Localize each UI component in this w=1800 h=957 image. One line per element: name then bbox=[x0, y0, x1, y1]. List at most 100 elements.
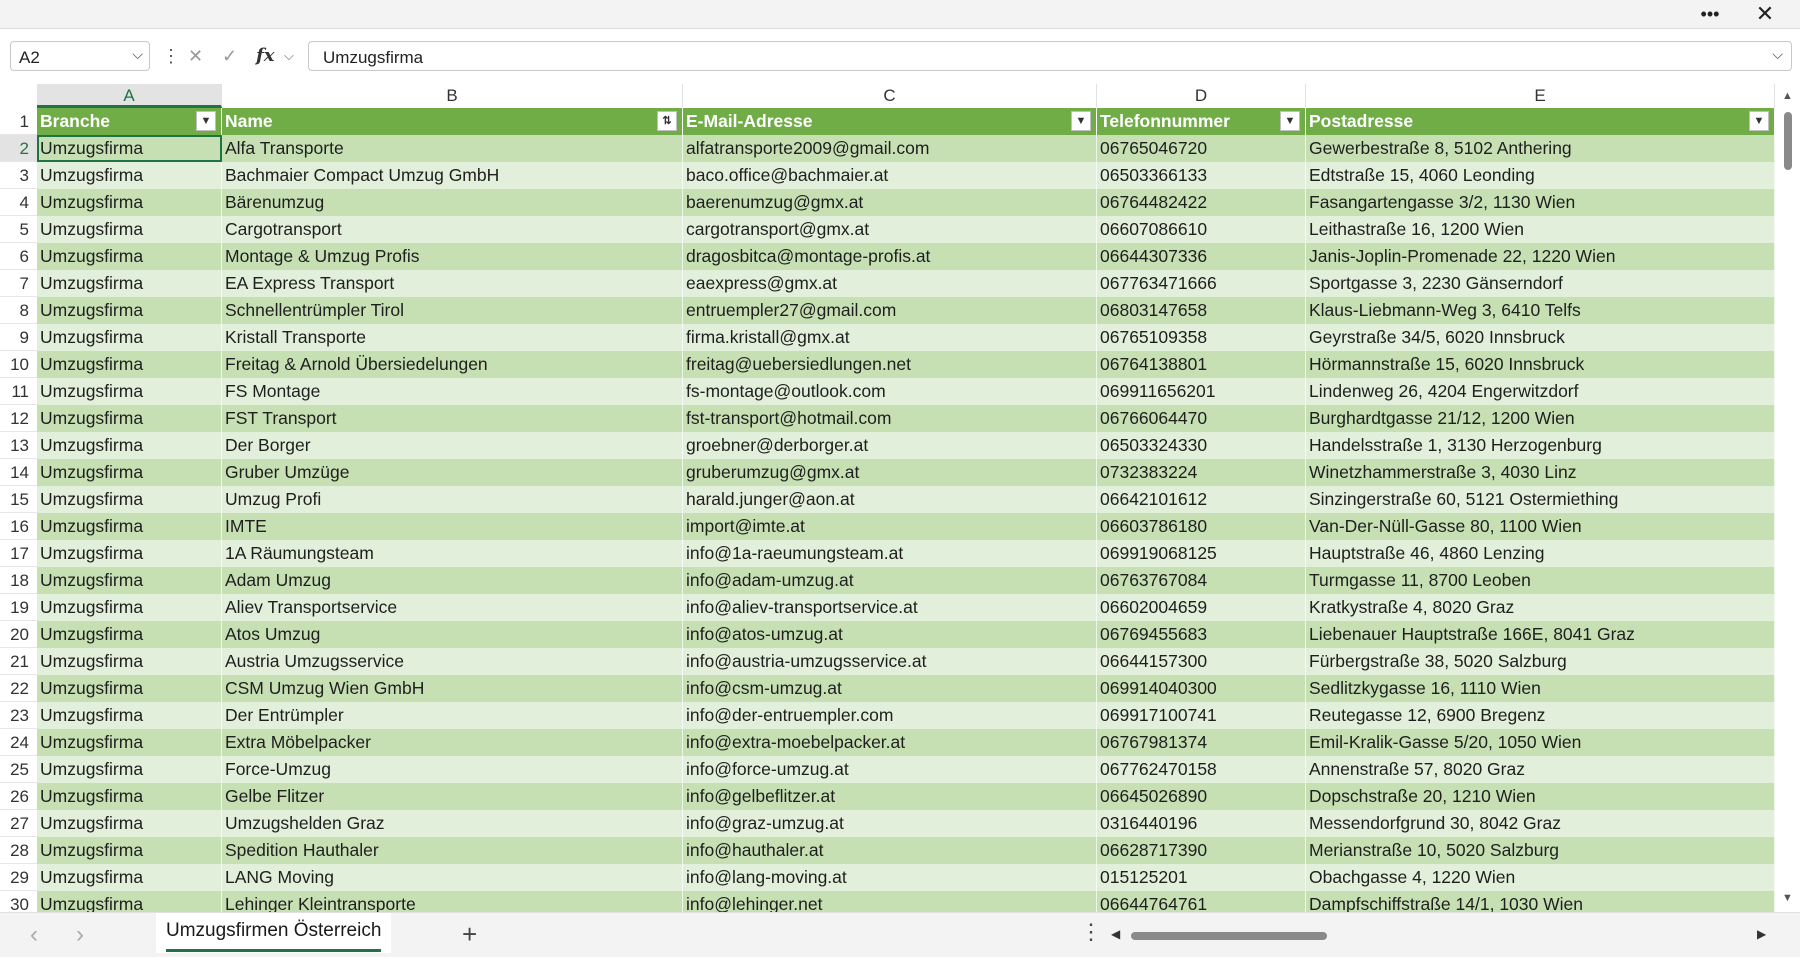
table-cell[interactable]: Messendorfgrund 30, 8042 Graz bbox=[1306, 810, 1775, 837]
table-cell[interactable]: Umzugsfirma bbox=[37, 216, 222, 243]
table-cell[interactable]: baco.office@bachmaier.at bbox=[683, 162, 1097, 189]
table-cell[interactable]: Adam Umzug bbox=[222, 567, 683, 594]
table-cell[interactable]: LANG Moving bbox=[222, 864, 683, 891]
table-cell[interactable]: fs-montage@outlook.com bbox=[683, 378, 1097, 405]
table-cell[interactable]: Emil-Kralik-Gasse 5/20, 1050 Wien bbox=[1306, 729, 1775, 756]
chevron-down-icon[interactable]: ⌵ bbox=[132, 46, 143, 63]
table-cell[interactable]: harald.junger@aon.at bbox=[683, 486, 1097, 513]
spreadsheet-grid[interactable]: A B C D E 1 Branche ▼ Name ⇅ E-Mail-Adresse ▼ Telefo… bbox=[0, 84, 1775, 912]
table-cell[interactable]: Umzugshelden Graz bbox=[222, 810, 683, 837]
table-cell[interactable]: Umzugsfirma bbox=[37, 135, 222, 162]
table-cell[interactable]: CSM Umzug Wien GmbH bbox=[222, 675, 683, 702]
table-cell[interactable]: 06769455683 bbox=[1097, 621, 1306, 648]
table-cell[interactable]: info@1a-raeumungsteam.at bbox=[683, 540, 1097, 567]
filter-dropdown-icon[interactable]: ▼ bbox=[1749, 111, 1769, 131]
more-options-icon[interactable]: ••• bbox=[1690, 0, 1730, 28]
expand-formula-icon[interactable]: ⌵ bbox=[1772, 46, 1783, 63]
scroll-up-icon[interactable]: ▲ bbox=[1782, 90, 1793, 102]
next-sheet-icon[interactable]: › bbox=[76, 921, 84, 949]
table-cell[interactable]: Umzugsfirma bbox=[37, 756, 222, 783]
table-cell[interactable]: 06602004659 bbox=[1097, 594, 1306, 621]
table-cell[interactable]: 06766064470 bbox=[1097, 405, 1306, 432]
table-cell[interactable]: info@lang-moving.at bbox=[683, 864, 1097, 891]
column-header-d[interactable]: D bbox=[1097, 84, 1306, 108]
table-cell[interactable]: Freitag & Arnold Übersiedelungen bbox=[222, 351, 683, 378]
column-header-a[interactable]: A bbox=[37, 84, 222, 108]
table-cell[interactable]: Gelbe Flitzer bbox=[222, 783, 683, 810]
table-cell[interactable]: Gruber Umzüge bbox=[222, 459, 683, 486]
table-cell[interactable]: Bärenumzug bbox=[222, 189, 683, 216]
row-header[interactable]: 15 bbox=[0, 486, 37, 513]
table-cell[interactable]: alfatransporte2009@gmail.com bbox=[683, 135, 1097, 162]
table-cell[interactable]: info@austria-umzugsservice.at bbox=[683, 648, 1097, 675]
table-cell[interactable]: 06765109358 bbox=[1097, 324, 1306, 351]
table-cell[interactable]: 06764138801 bbox=[1097, 351, 1306, 378]
select-all-corner[interactable] bbox=[0, 84, 38, 108]
row-header[interactable]: 25 bbox=[0, 756, 37, 783]
table-cell[interactable]: Turmgasse 11, 8700 Leoben bbox=[1306, 567, 1775, 594]
table-cell[interactable]: Umzugsfirma bbox=[37, 486, 222, 513]
table-cell[interactable]: FS Montage bbox=[222, 378, 683, 405]
table-header-cell[interactable]: Telefonnummer ▼ bbox=[1097, 108, 1306, 135]
table-cell[interactable]: 067763471666 bbox=[1097, 270, 1306, 297]
table-cell[interactable]: Lehinger Kleintransporte bbox=[222, 891, 683, 912]
row-header[interactable]: 24 bbox=[0, 729, 37, 756]
row-header[interactable]: 1 bbox=[0, 108, 37, 135]
table-cell[interactable]: info@force-umzug.at bbox=[683, 756, 1097, 783]
table-cell[interactable]: Umzugsfirma bbox=[37, 459, 222, 486]
table-cell[interactable]: 069917100741 bbox=[1097, 702, 1306, 729]
filter-dropdown-icon[interactable]: ▼ bbox=[1280, 111, 1300, 131]
table-cell[interactable]: Umzugsfirma bbox=[37, 837, 222, 864]
table-cell[interactable]: Montage & Umzug Profis bbox=[222, 243, 683, 270]
row-header[interactable]: 17 bbox=[0, 540, 37, 567]
table-cell[interactable]: Handelsstraße 1, 3130 Herzogenburg bbox=[1306, 432, 1775, 459]
table-cell[interactable]: Umzugsfirma bbox=[37, 324, 222, 351]
table-cell[interactable]: 06644764761 bbox=[1097, 891, 1306, 912]
row-header[interactable]: 4 bbox=[0, 189, 37, 216]
table-cell[interactable]: Umzug Profi bbox=[222, 486, 683, 513]
table-cell[interactable]: 069914040300 bbox=[1097, 675, 1306, 702]
vertical-scroll-thumb[interactable] bbox=[1784, 112, 1792, 170]
table-cell[interactable]: 069911656201 bbox=[1097, 378, 1306, 405]
table-cell[interactable]: Umzugsfirma bbox=[37, 864, 222, 891]
table-cell[interactable]: Aliev Transportservice bbox=[222, 594, 683, 621]
cancel-x-icon[interactable]: ✕ bbox=[188, 41, 203, 71]
row-header[interactable]: 13 bbox=[0, 432, 37, 459]
table-cell[interactable]: 06642101612 bbox=[1097, 486, 1306, 513]
table-cell[interactable]: Alfa Transporte bbox=[222, 135, 683, 162]
table-cell[interactable]: Umzugsfirma bbox=[37, 351, 222, 378]
prev-sheet-icon[interactable]: ‹ bbox=[30, 921, 38, 949]
table-cell[interactable]: Umzugsfirma bbox=[37, 810, 222, 837]
scroll-right-icon[interactable]: ▶ bbox=[1757, 927, 1766, 941]
table-cell[interactable]: info@atos-umzug.at bbox=[683, 621, 1097, 648]
table-cell[interactable]: Schnellentrümpler Tirol bbox=[222, 297, 683, 324]
table-cell[interactable]: 06603786180 bbox=[1097, 513, 1306, 540]
table-cell[interactable]: Dopschstraße 20, 1210 Wien bbox=[1306, 783, 1775, 810]
table-cell[interactable]: Der Borger bbox=[222, 432, 683, 459]
row-header[interactable]: 8 bbox=[0, 297, 37, 324]
table-cell[interactable]: Sportgasse 3, 2230 Gänserndorf bbox=[1306, 270, 1775, 297]
row-header[interactable]: 16 bbox=[0, 513, 37, 540]
table-cell[interactable]: firma.kristall@gmx.at bbox=[683, 324, 1097, 351]
table-cell[interactable]: dragosbitca@montage-profis.at bbox=[683, 243, 1097, 270]
table-cell[interactable]: Lindenweg 26, 4204 Engerwitzdorf bbox=[1306, 378, 1775, 405]
table-cell[interactable]: Geyrstraße 34/5, 6020 Innsbruck bbox=[1306, 324, 1775, 351]
table-cell[interactable]: info@gelbeflitzer.at bbox=[683, 783, 1097, 810]
table-cell[interactable]: 06765046720 bbox=[1097, 135, 1306, 162]
row-header[interactable]: 22 bbox=[0, 675, 37, 702]
table-cell[interactable]: Winetzhammerstraße 3, 4030 Linz bbox=[1306, 459, 1775, 486]
table-cell[interactable]: Umzugsfirma bbox=[37, 540, 222, 567]
table-cell[interactable]: Leithastraße 16, 1200 Wien bbox=[1306, 216, 1775, 243]
table-cell[interactable]: Umzugsfirma bbox=[37, 297, 222, 324]
table-cell[interactable]: Gewerbestraße 8, 5102 Anthering bbox=[1306, 135, 1775, 162]
table-cell[interactable]: 06644307336 bbox=[1097, 243, 1306, 270]
sort-filter-icon[interactable]: ⇅ bbox=[657, 111, 677, 131]
table-cell[interactable]: Umzugsfirma bbox=[37, 513, 222, 540]
row-header[interactable]: 29 bbox=[0, 864, 37, 891]
table-cell[interactable]: 015125201 bbox=[1097, 864, 1306, 891]
table-cell[interactable]: 06503324330 bbox=[1097, 432, 1306, 459]
filter-dropdown-icon[interactable]: ▼ bbox=[1071, 111, 1091, 131]
horizontal-scrollbar[interactable]: ◀ ▶ bbox=[1105, 927, 1775, 945]
more-vertical-icon[interactable]: ⋮ bbox=[162, 41, 180, 71]
table-cell[interactable]: Cargotransport bbox=[222, 216, 683, 243]
